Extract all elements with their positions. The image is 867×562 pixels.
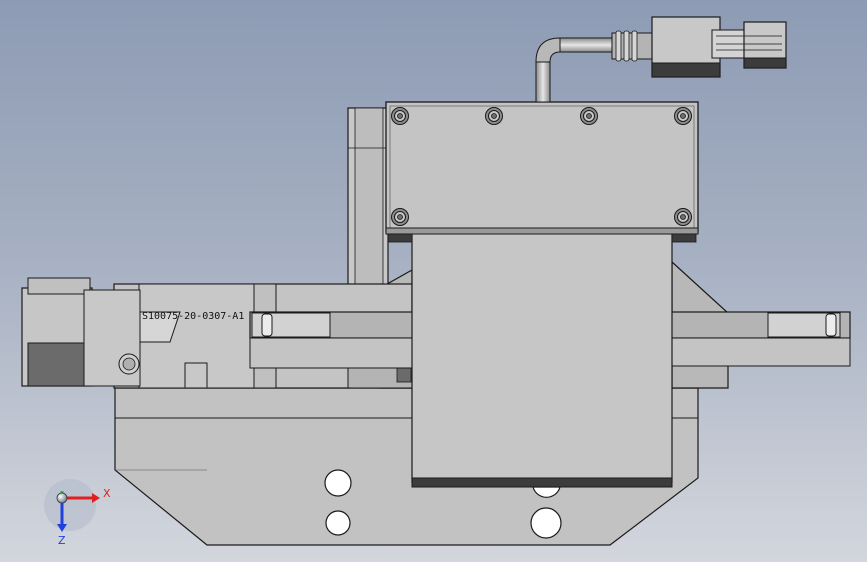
screw-icon xyxy=(391,208,409,226)
coordinate-triad[interactable]: X Z xyxy=(44,479,111,547)
part-number-label: S10075-20-0307-A1 xyxy=(142,311,244,322)
z-axis-label: Z xyxy=(58,534,66,547)
triad-origin xyxy=(56,492,68,504)
cable-connector[interactable] xyxy=(611,16,787,78)
screw-icon xyxy=(580,107,598,125)
base-hole xyxy=(324,469,352,497)
x-axis-arrowhead xyxy=(92,493,100,503)
screw-icon xyxy=(674,107,692,125)
motor-cable[interactable] xyxy=(535,37,615,103)
screw-icon xyxy=(391,107,409,125)
cad-viewport[interactable]: S10075-20-0307-A1 X Z xyxy=(0,0,867,562)
base-hole xyxy=(325,510,351,536)
screw-icon xyxy=(485,107,503,125)
rail-end-stop-left[interactable] xyxy=(251,312,331,338)
rail-end-stop-right[interactable] xyxy=(767,312,841,338)
model-render[interactable]: S10075-20-0307-A1 X Z xyxy=(0,0,867,562)
x-axis-label: X xyxy=(103,487,111,500)
carriage-block[interactable] xyxy=(411,231,673,488)
motor-cover-plate[interactable] xyxy=(385,101,699,243)
left-end-motor[interactable] xyxy=(21,277,141,387)
vertical-column[interactable] xyxy=(347,107,389,295)
base-hole xyxy=(530,507,562,539)
screw-icon xyxy=(674,208,692,226)
